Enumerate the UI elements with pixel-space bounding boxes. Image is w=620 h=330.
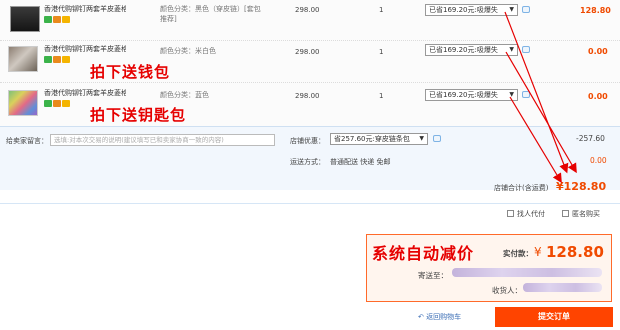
- discount-select-value: 已省169.20元:吸爆失: [429, 46, 498, 54]
- product-title[interactable]: 香港代购铆钉两套羊皮菱格链条...: [44, 88, 126, 98]
- shop-promo-label: 店铺优惠：: [290, 137, 325, 145]
- unit-price: 298.00: [295, 92, 320, 100]
- product-attribute: 颜色分类：黑色（穿皮链）[套包 推荐]: [160, 4, 261, 24]
- anonymous-label: 匿名购买: [572, 210, 600, 218]
- discount-select[interactable]: 已省169.20元:吸爆失 ▼: [425, 89, 518, 101]
- gift-annotation: 拍下送钥匙包: [90, 106, 187, 124]
- shipping-amount: 0.00: [590, 156, 607, 165]
- message-input[interactable]: 选填:对本次交易的说明(建议填写已和卖家协商一致的内容): [50, 134, 275, 146]
- guarantee-icon: [62, 100, 70, 107]
- caret-down-icon: ▼: [419, 135, 424, 142]
- shipping-label: 运送方式：: [290, 158, 325, 166]
- product-thumbnail[interactable]: [8, 90, 38, 116]
- back-arrow-icon: ↶: [418, 313, 427, 321]
- service-badges: [44, 56, 71, 63]
- guarantee-icon: [62, 16, 70, 23]
- discount-select[interactable]: 已省169.20元:吸爆失 ▼: [425, 44, 518, 56]
- address-redacted: [452, 268, 602, 277]
- anonymous-option[interactable]: 匿名购买: [562, 209, 600, 219]
- shipping-method: 普通配送 快递 免邮: [330, 158, 391, 166]
- credit-card-icon: [53, 16, 61, 23]
- proxy-pay-checkbox[interactable]: [507, 210, 514, 217]
- gift-annotation: 拍下送钱包: [90, 63, 171, 81]
- discount-select-value: 已省169.20元:吸爆失: [429, 6, 498, 14]
- auto-discount-annotation: 系统自动减价: [372, 244, 475, 263]
- quantity: 1: [379, 92, 384, 100]
- quantity: 1: [379, 48, 384, 56]
- submit-order-button[interactable]: 提交订单: [495, 307, 613, 327]
- attribute-line: 推荐]: [160, 15, 177, 23]
- credit-card-icon: [53, 100, 61, 107]
- guarantee-icon: [62, 56, 70, 63]
- item-subtotal: 0.00: [588, 47, 608, 56]
- product-attribute: 颜色分类：米白色: [160, 47, 216, 55]
- seven-day-return-icon: [44, 16, 52, 23]
- address-label: 寄送至：: [418, 271, 448, 280]
- proxy-pay-label: 找人代付: [517, 210, 545, 218]
- shop-promo-amount: -257.60: [576, 134, 605, 143]
- promo-info-icon[interactable]: [433, 135, 441, 142]
- unit-price: 298.00: [295, 48, 320, 56]
- caret-down-icon: ▼: [509, 91, 514, 98]
- shop-promo-value: 省257.60元:穿皮链条包: [334, 135, 410, 143]
- caret-down-icon: ▼: [509, 46, 514, 53]
- product-attribute: 颜色分类：蓝色: [160, 91, 209, 99]
- product-title[interactable]: 香港代购铆钉两套羊皮菱格链条...: [44, 44, 126, 54]
- product-thumbnail[interactable]: [8, 46, 38, 72]
- product-thumbnail[interactable]: [10, 6, 40, 32]
- unit-price: 298.00: [295, 6, 320, 14]
- pay-amount: 128.80: [546, 243, 604, 261]
- service-badges: [44, 16, 71, 23]
- discount-select[interactable]: 已省169.20元:吸爆失 ▼: [425, 4, 518, 16]
- store-total-label: 店铺合计(含运费): [494, 184, 549, 192]
- pay-currency: ¥: [534, 245, 542, 259]
- caret-down-icon: ▼: [509, 6, 514, 13]
- item-subtotal: 128.80: [580, 6, 611, 15]
- anonymous-checkbox[interactable]: [562, 210, 569, 217]
- discount-select-value: 已省169.20元:吸爆失: [429, 91, 498, 99]
- promo-info-icon[interactable]: [522, 46, 530, 53]
- promo-info-icon[interactable]: [522, 91, 530, 98]
- service-badges: [44, 100, 71, 107]
- back-to-cart-link[interactable]: ↶ 返回购物车: [418, 312, 461, 322]
- quantity: 1: [379, 6, 384, 14]
- shop-promo-select[interactable]: 省257.60元:穿皮链条包 ▼: [330, 133, 428, 145]
- store-total-value: ¥128.80: [556, 180, 607, 193]
- proxy-pay-option[interactable]: 找人代付: [507, 209, 545, 219]
- item-subtotal: 0.00: [588, 92, 608, 101]
- product-title[interactable]: 香港代购铆钉两套羊皮菱格链条...: [44, 4, 126, 14]
- attribute-line: 颜色分类：黑色（穿皮链）[套包: [160, 5, 261, 13]
- back-to-cart-label: 返回购物车: [426, 313, 462, 321]
- seven-day-return-icon: [44, 56, 52, 63]
- seven-day-return-icon: [44, 100, 52, 107]
- recipient-redacted: [523, 283, 602, 292]
- credit-card-icon: [53, 56, 61, 63]
- recipient-label: 收货人：: [492, 286, 522, 295]
- promo-info-icon[interactable]: [522, 6, 530, 13]
- pay-label: 实付款：: [503, 249, 533, 258]
- message-label: 给卖家留言：: [6, 137, 48, 145]
